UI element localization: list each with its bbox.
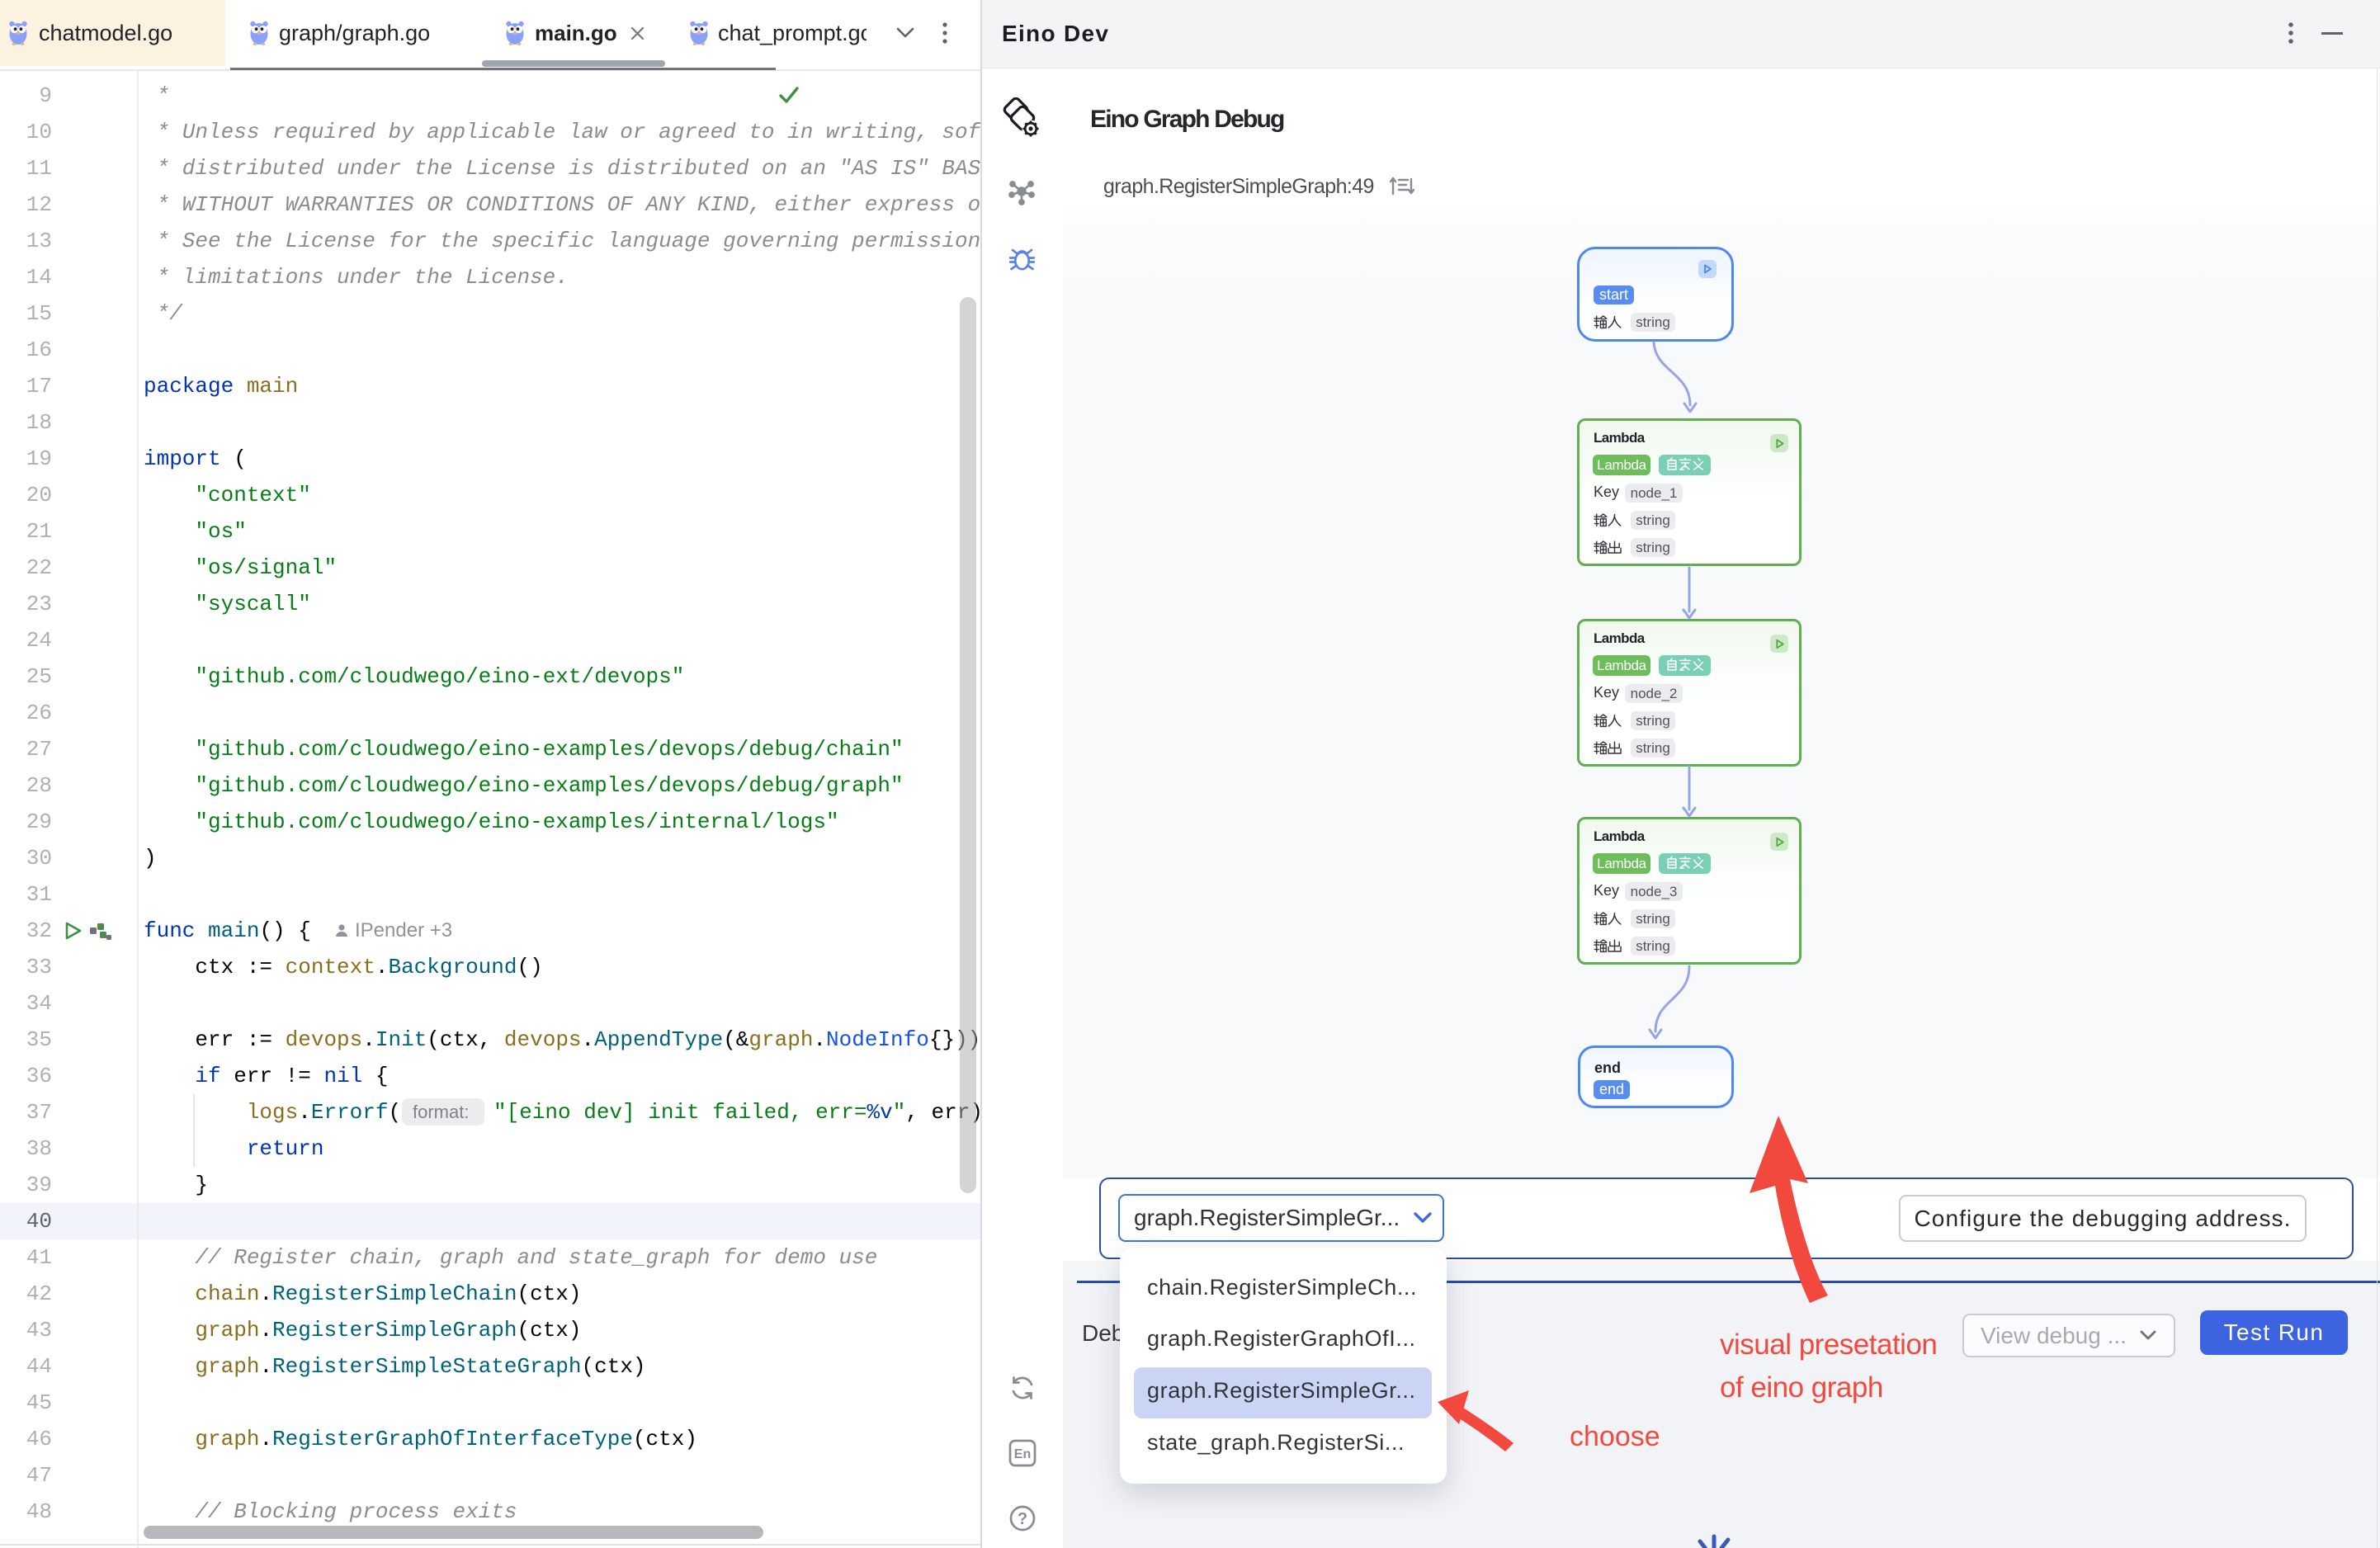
svg-text:En: En: [1014, 1447, 1031, 1461]
svg-text:?: ?: [1018, 1510, 1027, 1528]
